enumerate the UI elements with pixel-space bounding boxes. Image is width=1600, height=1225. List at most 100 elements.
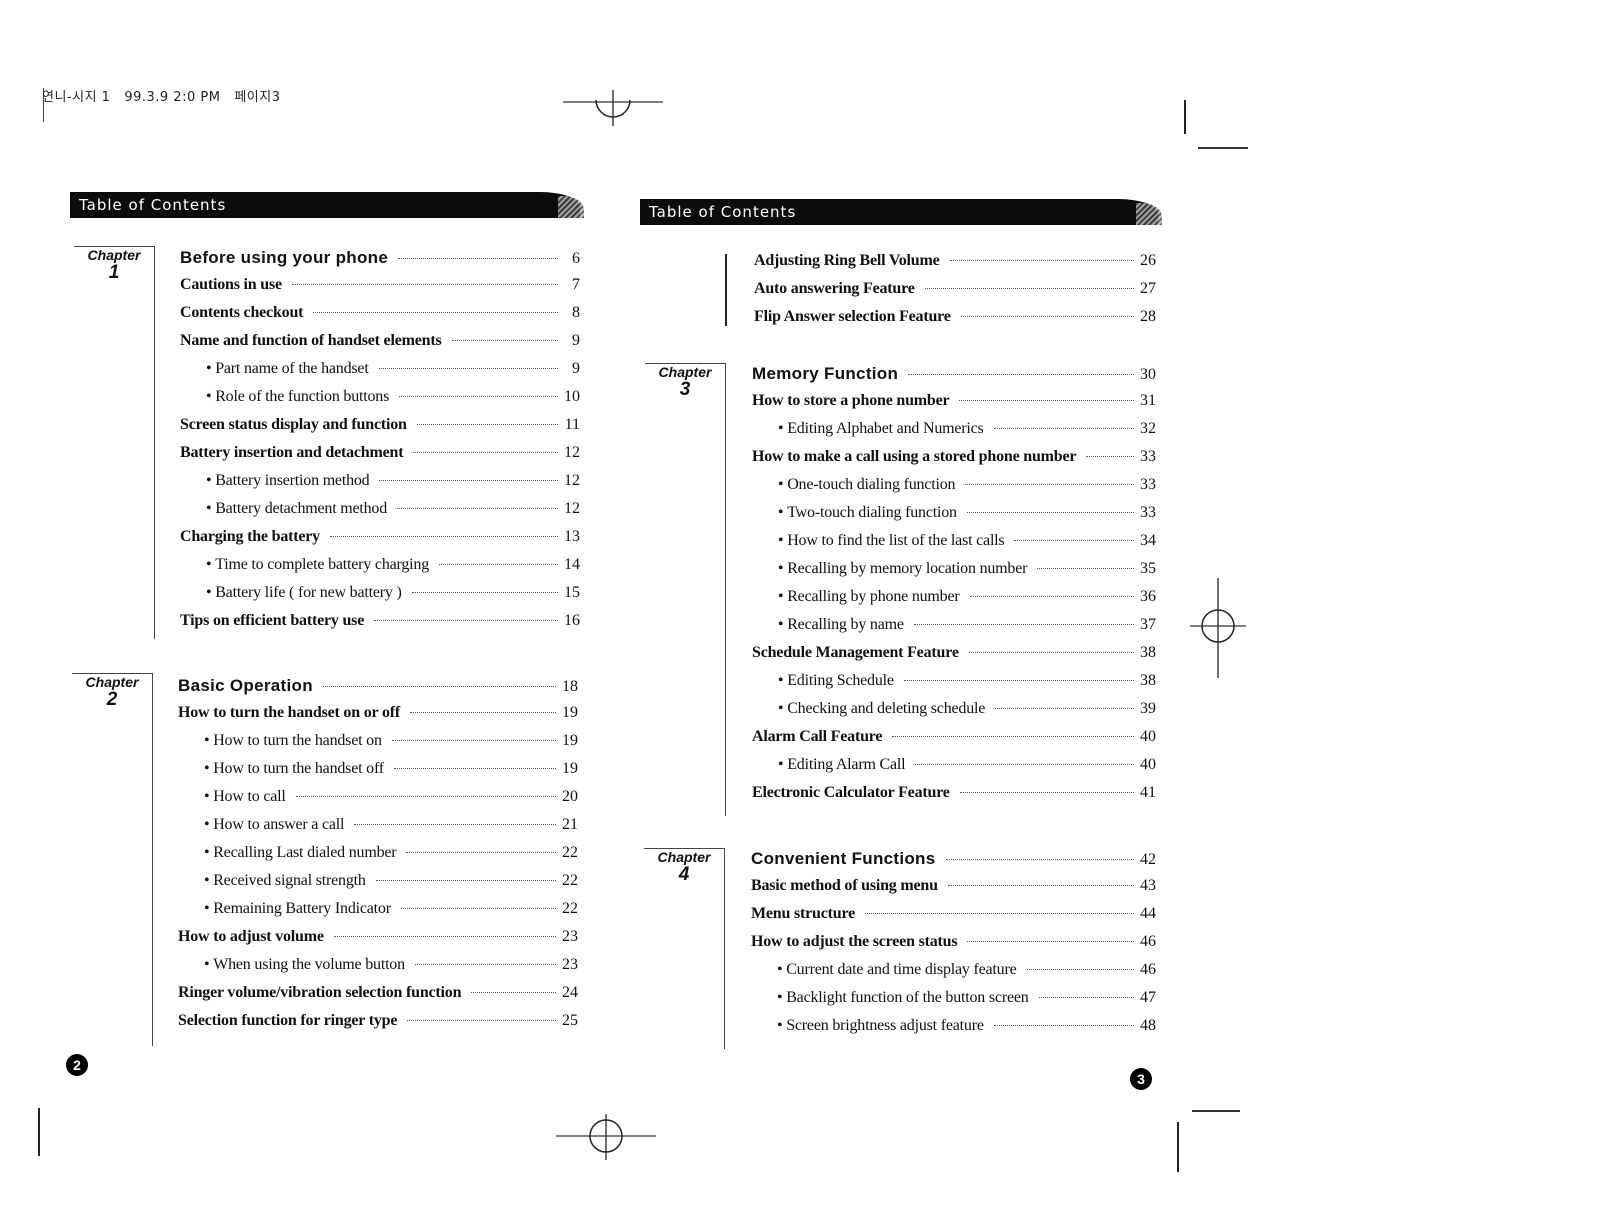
- toc-entry-title: Convenient Functions: [751, 849, 936, 868]
- toc-entry[interactable]: Role of the function buttons 10: [180, 388, 580, 416]
- dot-leader: [378, 368, 558, 369]
- toc-entry[interactable]: Checking and deleting schedule 39: [752, 700, 1156, 728]
- dot-leader: [908, 374, 1134, 375]
- registration-mark-bottom: [556, 1112, 656, 1160]
- toc-entry[interactable]: Screen brightness adjust feature 48: [751, 1017, 1156, 1045]
- toc-entry-page: 48: [1140, 1017, 1156, 1034]
- toc-entry[interactable]: Alarm Call Feature 40: [752, 728, 1156, 756]
- toc-entry[interactable]: Basic method of using menu 43: [751, 877, 1156, 905]
- toc-entry[interactable]: Received signal strength 22: [178, 872, 578, 900]
- toc-entry[interactable]: Battery insertion method 12: [180, 472, 580, 500]
- toc-entry[interactable]: Before using your phone 6: [180, 248, 580, 276]
- toc-entry[interactable]: Convenient Functions 42: [751, 849, 1156, 877]
- toc-entry-page: 25: [562, 1012, 578, 1029]
- toc-entry[interactable]: How to adjust volume 23: [178, 928, 578, 956]
- toc-entry-title: Editing Alarm Call: [752, 756, 905, 774]
- dot-leader: [993, 428, 1134, 429]
- toc-entry[interactable]: How to turn the handset off 19: [178, 760, 578, 788]
- toc-entry-title: Before using your phone: [180, 248, 389, 267]
- toc-entry[interactable]: Editing Alphabet and Numerics 32: [752, 420, 1156, 448]
- dot-leader: [397, 508, 558, 509]
- toc-entry-page: 26: [1140, 252, 1156, 269]
- dot-leader: [451, 340, 558, 341]
- toc-entry[interactable]: Editing Alarm Call 40: [752, 756, 1156, 784]
- toc-entry-title: Battery insertion method: [180, 472, 369, 490]
- toc-entry-page: 40: [1140, 756, 1156, 773]
- toc-entry-page: 41: [1140, 784, 1156, 801]
- toc-entry[interactable]: Ringer volume/vibration selection functi…: [178, 984, 578, 1012]
- toc-entry[interactable]: Screen status display and function 11: [180, 416, 580, 444]
- toc-entry-page: 18: [562, 678, 578, 695]
- toc-entry[interactable]: How to turn the handset on 19: [178, 732, 578, 760]
- dot-leader: [945, 859, 1134, 860]
- toc-entry[interactable]: Schedule Management Feature 38: [752, 644, 1156, 672]
- toc-entry[interactable]: Charging the battery 13: [180, 528, 580, 556]
- toc-entry[interactable]: Battery life ( for new battery ) 15: [180, 584, 580, 612]
- dot-leader: [411, 592, 558, 593]
- toc-entry-page: 34: [1140, 532, 1156, 549]
- toc-entry[interactable]: Menu structure 44: [751, 905, 1156, 933]
- toc-entry[interactable]: Remaining Battery Indicator 22: [178, 900, 578, 928]
- toc-entry-page: 42: [1140, 851, 1156, 868]
- toc-entry[interactable]: Memory Function 30: [752, 364, 1156, 392]
- toc-entry[interactable]: How to store a phone number 31: [752, 392, 1156, 420]
- toc-entry-page: 15: [564, 584, 580, 601]
- toc-entry[interactable]: Cautions in use 7: [180, 276, 580, 304]
- toc-entry[interactable]: Battery insertion and detachment 12: [180, 444, 580, 472]
- toc-entry[interactable]: Recalling by phone number 36: [752, 588, 1156, 616]
- toc-entry[interactable]: Part name of the handset 9: [180, 360, 580, 388]
- toc-entry[interactable]: How to find the list of the last calls 34: [752, 532, 1156, 560]
- toc-entry[interactable]: Contents checkout 8: [180, 304, 580, 332]
- toc-entry-page: 36: [1140, 588, 1156, 605]
- toc-entry[interactable]: Recalling Last dialed number 22: [178, 844, 578, 872]
- toc-entry[interactable]: One-touch dialing function 33: [752, 476, 1156, 504]
- print-slug: 연니-시지 1 99.3.9 2:0 PM 페이지3: [42, 90, 281, 105]
- toc-entry[interactable]: When using the volume button 23: [178, 956, 578, 984]
- toc-entry-page: 47: [1140, 989, 1156, 1006]
- toc-entry[interactable]: Flip Answer selection Feature 28: [754, 308, 1156, 336]
- toc-entry-title: Battery insertion and detachment: [180, 444, 404, 461]
- toc-entry[interactable]: How to make a call using a stored phone …: [752, 448, 1156, 476]
- dot-leader: [959, 792, 1134, 793]
- dot-leader: [969, 596, 1134, 597]
- toc-entry[interactable]: Battery detachment method 12: [180, 500, 580, 528]
- toc-entry-page: 33: [1140, 448, 1156, 465]
- toc-entry[interactable]: How to turn the handset on or off 19: [178, 704, 578, 732]
- continued-toc: Adjusting Ring Bell Volume 26 Auto answeri…: [754, 252, 1156, 336]
- toc-entry-page: 14: [564, 556, 580, 573]
- toc-entry[interactable]: Auto answering Feature 27: [754, 280, 1156, 308]
- toc-entry[interactable]: Recalling by name 37: [752, 616, 1156, 644]
- toc-entry[interactable]: Basic Operation 18: [178, 676, 578, 704]
- toc-entry[interactable]: Selection function for ringer type 25: [178, 1012, 578, 1040]
- toc-entry[interactable]: Electronic Calculator Feature 41: [752, 784, 1156, 812]
- dot-leader: [993, 1025, 1134, 1026]
- dot-leader: [379, 480, 558, 481]
- toc-entry-title: Memory Function: [752, 364, 899, 383]
- toc-entry[interactable]: How to answer a call 21: [178, 816, 578, 844]
- dot-leader: [399, 396, 558, 397]
- toc-entry[interactable]: Editing Schedule 38: [752, 672, 1156, 700]
- dot-leader: [1037, 568, 1134, 569]
- toc-entry[interactable]: How to adjust the screen status 46: [751, 933, 1156, 961]
- dot-leader: [322, 686, 556, 687]
- registration-mark-top: [563, 90, 663, 126]
- dot-leader: [995, 708, 1134, 709]
- chapter-4-toc: Convenient Functions 42 Basic method of us…: [751, 849, 1156, 1045]
- toc-entry-page: 12: [564, 500, 580, 517]
- toc-entry[interactable]: Tips on efficient battery use 16: [180, 612, 580, 640]
- toc-entry-title: Editing Alphabet and Numerics: [752, 420, 984, 438]
- toc-entry[interactable]: How to call 20: [178, 788, 578, 816]
- toc-entry[interactable]: Current date and time display feature 46: [751, 961, 1156, 989]
- toc-entry-page: 24: [562, 984, 578, 1001]
- toc-entry[interactable]: Adjusting Ring Bell Volume 26: [754, 252, 1156, 280]
- toc-entry-page: 19: [562, 704, 578, 721]
- toc-entry[interactable]: Two-touch dialing function 33: [752, 504, 1156, 532]
- toc-entry[interactable]: Time to complete battery charging 14: [180, 556, 580, 584]
- toc-entry[interactable]: Name and function of handset elements 9: [180, 332, 580, 360]
- toc-entry-page: 46: [1140, 933, 1156, 950]
- toc-entry[interactable]: Backlight function of the button screen 4…: [751, 989, 1156, 1017]
- toc-entry-page: 22: [562, 844, 578, 861]
- toc-entry-page: 13: [564, 528, 580, 545]
- dot-leader: [965, 484, 1134, 485]
- toc-entry[interactable]: Recalling by memory location number 35: [752, 560, 1156, 588]
